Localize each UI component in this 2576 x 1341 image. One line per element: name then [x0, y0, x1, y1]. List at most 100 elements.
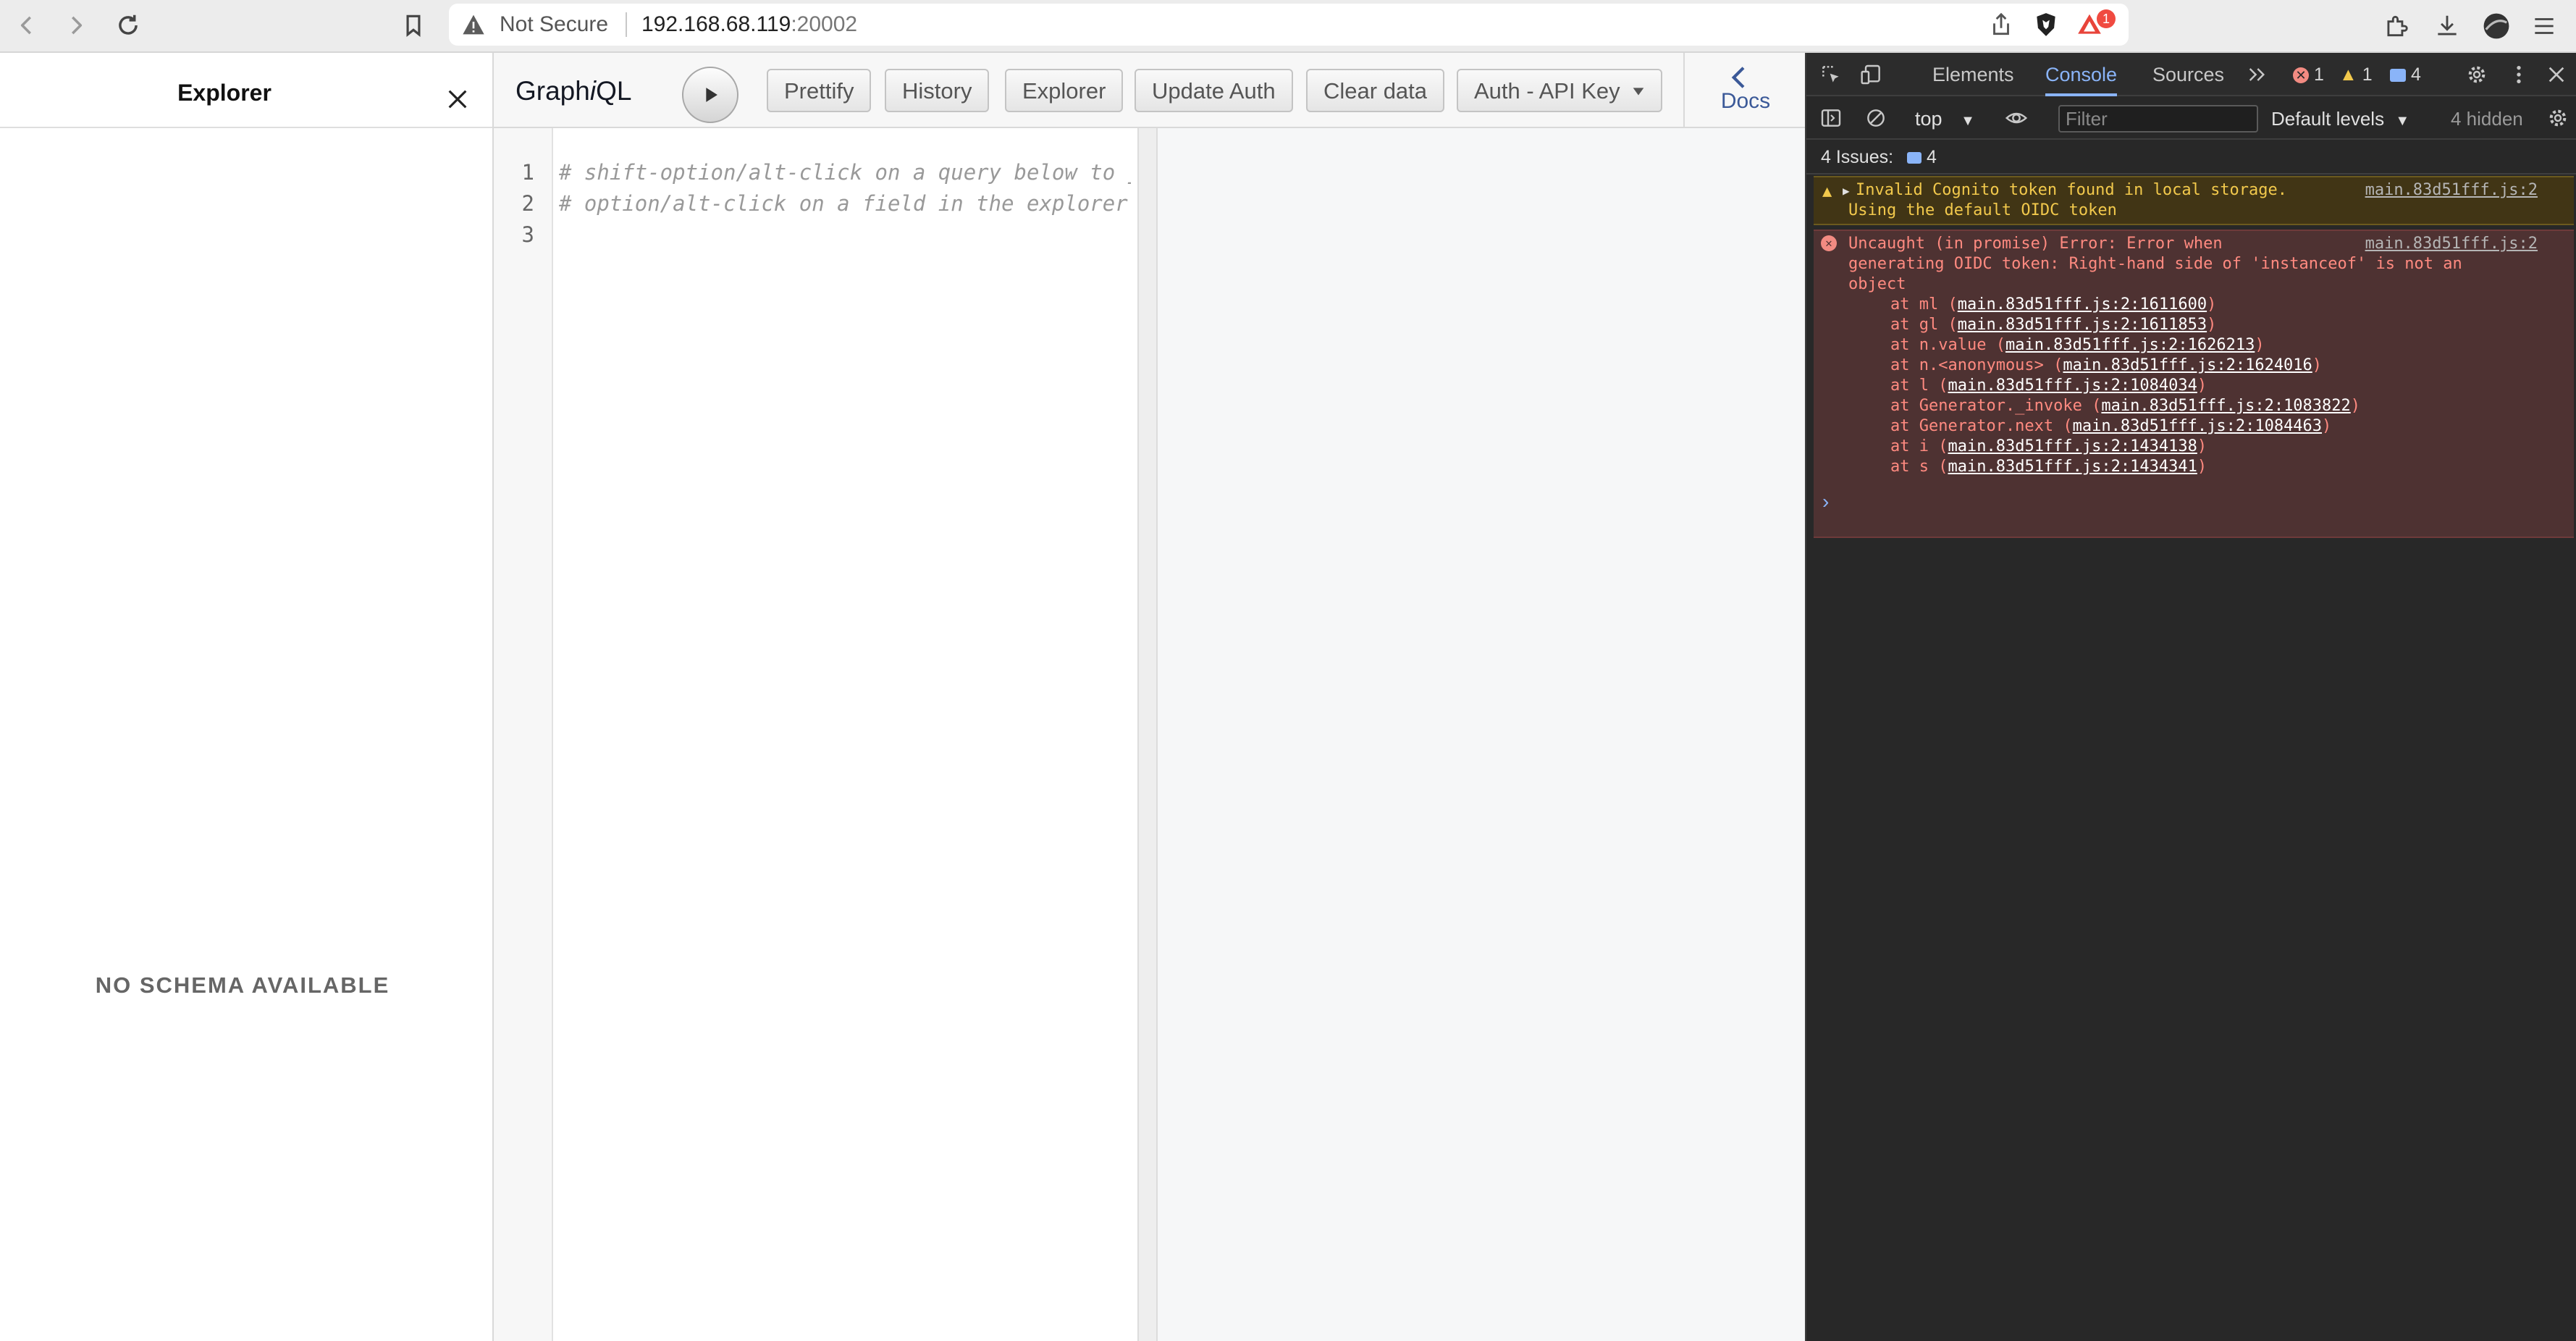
forward-icon[interactable] — [56, 6, 96, 45]
code-line[interactable]: # option/alt-click on a field in the exp… — [559, 191, 1131, 216]
download-icon[interactable] — [2428, 7, 2466, 45]
console-prompt-icon[interactable]: › — [1822, 490, 1829, 513]
clear-data-button[interactable]: Clear data — [1306, 69, 1445, 112]
sidebar-toggle-icon[interactable] — [1817, 104, 1845, 133]
stack-prefix: at s ( — [1890, 458, 1948, 476]
stack-frame: at s (main.83d51fff.js:2:1434341) — [1890, 458, 2207, 476]
clear-console-icon[interactable] — [1861, 104, 1890, 133]
play-icon — [706, 88, 717, 102]
stack-link[interactable]: main.83d51fff.js:2:1434341 — [1948, 458, 2197, 476]
graphiql-toolbar: GraphiQL Prettify History Explorer Updat… — [494, 53, 1805, 128]
menu-icon[interactable] — [2525, 7, 2563, 45]
kebab-menu-icon[interactable] — [2504, 60, 2533, 89]
title-part: QL — [596, 76, 632, 106]
stack-frame: at ml (main.83d51fff.js:2:1611600) — [1890, 295, 2217, 314]
tab-elements[interactable]: Elements — [1932, 53, 2014, 96]
docs-button[interactable]: Docs — [1683, 53, 1805, 127]
devtools-tab-bar: Elements Console Sources ✕ 1 ▲ 1 4 — [1806, 53, 2576, 96]
inspect-element-icon[interactable] — [1817, 60, 1845, 89]
more-tabs-icon[interactable] — [2242, 60, 2271, 89]
error-icon: ✕ — [1821, 235, 1837, 251]
share-icon[interactable] — [1982, 6, 2020, 43]
info-count[interactable]: 4 — [2390, 53, 2421, 96]
back-icon[interactable] — [7, 6, 46, 45]
address-divider — [626, 12, 627, 37]
warning-icon: ▲ — [2339, 64, 2357, 85]
devtools-panel: Elements Console Sources ✕ 1 ▲ 1 4 top ▼… — [1805, 53, 2576, 1341]
console-filter-input[interactable]: Filter — [2058, 105, 2258, 133]
result-pane[interactable] — [1158, 128, 1805, 1341]
live-expression-eye-icon[interactable] — [2002, 104, 2031, 133]
console-error-message[interactable]: ✕ Uncaught (in promise) Error: Error whe… — [1814, 230, 2574, 538]
auth-mode-label: Auth - API Key — [1474, 78, 1620, 104]
stack-link[interactable]: main.83d51fff.js:2:1084463 — [2073, 417, 2322, 435]
reload-icon[interactable] — [109, 6, 148, 45]
stack-link[interactable]: main.83d51fff.js:2:1626213 — [2005, 336, 2255, 354]
error-count[interactable]: ✕ 1 — [2293, 53, 2324, 96]
title-part-italic: i — [589, 76, 597, 106]
warning-count-value: 1 — [2362, 64, 2373, 85]
explorer-header: Explorer — [0, 53, 492, 128]
warning-line: Invalid Cognito token found in local sto… — [1856, 181, 2288, 199]
expand-arrow-icon[interactable]: ▶ — [1843, 181, 1850, 201]
console-settings-icon[interactable] — [2543, 104, 2572, 133]
caret-down-icon: ▼ — [1961, 113, 1975, 129]
issues-bar[interactable]: 4 Issues: 4 — [1806, 140, 2576, 175]
address-bar[interactable]: Not Secure 192.168.68.119:20002 1 — [449, 4, 2129, 46]
stack-link[interactable]: main.83d51fff.js:2:1083822 — [2101, 397, 2350, 415]
info-count-value: 4 — [2410, 64, 2421, 85]
code-line[interactable]: # shift-option/alt-click on a query belo… — [559, 160, 1131, 185]
stack-frame: at Generator._invoke (main.83d51fff.js:2… — [1890, 397, 2361, 415]
issues-label: 4 Issues: 4 — [1821, 140, 1937, 175]
stack-prefix: at l ( — [1890, 377, 1948, 395]
stack-prefix: at i ( — [1890, 437, 1948, 455]
bookmark-icon[interactable] — [394, 6, 433, 45]
stack-link[interactable]: main.83d51fff.js:2:1434138 — [1948, 437, 2197, 455]
log-levels-label: Default levels — [2271, 108, 2385, 130]
security-label[interactable]: Not Secure — [500, 4, 608, 46]
stack-link[interactable]: main.83d51fff.js:2:1084034 — [1948, 377, 2197, 395]
stack-frame: at i (main.83d51fff.js:2:1434138) — [1890, 437, 2207, 455]
url-text[interactable]: 192.168.68.119:20002 — [641, 4, 857, 46]
docs-label: Docs — [1720, 89, 1771, 113]
source-link[interactable]: main.83d51fff.js:2 — [2365, 180, 2538, 201]
execute-query-button[interactable] — [682, 67, 738, 123]
device-toolbar-icon[interactable] — [1857, 60, 1886, 89]
warning-count[interactable]: ▲ 1 — [2339, 53, 2373, 96]
update-auth-button[interactable]: Update Auth — [1135, 69, 1293, 112]
query-editor[interactable]: 1 2 3 # shift-option/alt-click on a quer… — [494, 128, 1137, 1341]
editor-resize-handle[interactable] — [1137, 128, 1158, 1341]
console-warning-message[interactable]: ▲ ▶ Invalid Cognito token found in local… — [1814, 176, 2574, 225]
log-levels-dropdown[interactable]: Default levels ▼ — [2271, 105, 2409, 133]
close-icon[interactable] — [437, 79, 478, 119]
extensions-icon[interactable] — [2378, 7, 2415, 45]
explorer-panel: Explorer NO SCHEMA AVAILABLE — [0, 53, 494, 1341]
brave-shield-icon[interactable] — [2027, 6, 2065, 43]
error-line: object — [1848, 275, 1906, 293]
stack-link[interactable]: main.83d51fff.js:2:1624016 — [2063, 356, 2312, 374]
error-icon: ✕ — [2293, 67, 2309, 84]
prettify-button[interactable]: Prettify — [767, 69, 872, 112]
settings-gear-icon[interactable] — [2462, 60, 2491, 89]
caret-down-icon: ▼ — [2395, 113, 2410, 129]
stack-link[interactable]: main.83d51fff.js:2:1611853 — [1958, 316, 2207, 334]
stack-link[interactable]: main.83d51fff.js:2:1611600 — [1958, 295, 2207, 314]
error-line: Uncaught (in promise) Error: Error when — [1848, 235, 2223, 253]
stack-frame: at Generator.next (main.83d51fff.js:2:10… — [1890, 417, 2332, 435]
tab-console[interactable]: Console — [2045, 53, 2118, 96]
browser-toolbar: Not Secure 192.168.68.119:20002 1 — [0, 0, 2576, 53]
explorer-button[interactable]: Explorer — [1005, 69, 1124, 112]
tab-sources[interactable]: Sources — [2152, 53, 2224, 96]
close-devtools-icon[interactable] — [2542, 60, 2571, 89]
no-schema-message: NO SCHEMA AVAILABLE — [95, 972, 390, 998]
source-link[interactable]: main.83d51fff.js:2 — [2365, 234, 2538, 254]
profile-avatar-icon[interactable] — [2478, 7, 2515, 45]
warning-icon[interactable] — [462, 14, 485, 35]
auth-mode-dropdown[interactable]: Auth - API Key — [1457, 69, 1662, 112]
stack-prefix: at Generator.next ( — [1890, 417, 2073, 435]
hidden-count: 4 hidden — [2451, 108, 2523, 130]
chevron-left-icon — [1731, 67, 1745, 88]
context-selector[interactable]: top ▼ — [1915, 105, 1975, 133]
line-number-gutter: 1 2 3 — [494, 128, 553, 1341]
history-button[interactable]: History — [885, 69, 990, 112]
